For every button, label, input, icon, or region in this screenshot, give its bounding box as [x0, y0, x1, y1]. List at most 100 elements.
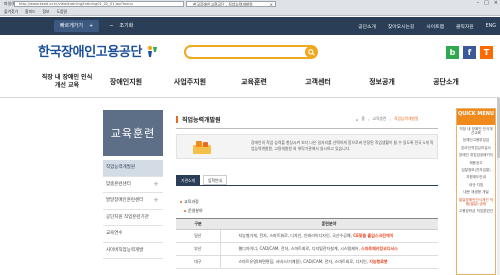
- sidebar-item-label: 교육연수: [106, 231, 123, 236]
- menu-item-support[interactable]: 장애인지원: [94, 77, 158, 87]
- sidebar-item-education[interactable]: 교육연수: [103, 226, 163, 243]
- menu-item-customer[interactable]: 고객센터: [286, 77, 350, 87]
- tab-admission[interactable]: 입학안내: [202, 175, 227, 185]
- sidebar-item-label: 발달장애인훈련센터: [106, 198, 144, 203]
- reset-label[interactable]: 조기화: [119, 20, 133, 32]
- font-size-controls: 빠르게가기 + − 조기화: [54, 20, 139, 32]
- section-heading: 교육과정: [180, 199, 199, 205]
- util-link-resources[interactable]: 클릭자원: [456, 23, 474, 30]
- courses-cell: 웹디자이너, CAD/CAM, 전자, 스마트회로, 디지털전자설계, 시스템제…: [220, 242, 438, 256]
- quick-item[interactable]: 내문 재생형 개설: [457, 189, 495, 196]
- page-title-text: 직업능력개발원: [182, 117, 221, 124]
- util-link-directions[interactable]: 찾아오시는길: [388, 23, 414, 30]
- training-illustration-icon: [193, 141, 211, 154]
- sidebar-item-label: 맞춤훈련센터: [106, 181, 131, 187]
- sidebar-item-developmental[interactable]: 발달장애인훈련센터 +: [103, 193, 163, 210]
- courses-cell: 스마트유명(화면편집, 서비스/기계용), CAD/CAM, 전자, 스마트회로…: [220, 255, 438, 269]
- quick-menu-title: QUICK MENU: [457, 109, 495, 125]
- favorites-bar: 즐겨찾기 홈피드 정보 도움말: [0, 8, 500, 16]
- util-link-eng[interactable]: ENG: [486, 24, 496, 29]
- fav-item[interactable]: 도움말: [56, 9, 66, 15]
- logo-mark-icon: [147, 45, 158, 57]
- quick-go-box[interactable]: 빠르게가기 +: [54, 20, 100, 32]
- table-header: 구분: [176, 218, 220, 230]
- minus-icon[interactable]: −: [109, 20, 113, 32]
- quick-item[interactable]: 입찰정보(전자입찰): [457, 166, 495, 173]
- sidebar-title: 교육훈련: [103, 110, 163, 156]
- utility-links: 공단소개 찾아오시는길 사이트맵 클릭자원 ENG: [358, 17, 496, 35]
- fav-item[interactable]: 홈피드: [25, 9, 35, 15]
- zoom-box: − 조기화: [103, 20, 139, 32]
- search-icon[interactable]: [305, 46, 317, 58]
- add-icon[interactable]: +: [89, 20, 93, 32]
- browser-tab-title: 한국장애인고용공단 - 직업능력개발원: [193, 2, 253, 7]
- util-link-sitemap[interactable]: 사이트맵: [426, 23, 444, 30]
- quick-item[interactable]: 채용공고: [457, 159, 495, 166]
- region-cell: 일산: [176, 229, 221, 243]
- quick-item[interactable]: 고용장려금 직업훈련관: [457, 208, 495, 215]
- close-icon[interactable]: ×: [270, 2, 273, 6]
- sidebar-item-label: 직업능력개발원: [106, 165, 135, 170]
- sidebar-item-label: 사이버직업능력개발: [106, 247, 144, 253]
- menu-item-info[interactable]: 정보공개: [350, 77, 414, 87]
- menu-item-training[interactable]: 교육훈련: [222, 77, 286, 87]
- quick-menu: QUICK MENU 직장 내 장애인 인식개선교육 장애인고용부담금 온라인직…: [456, 108, 496, 275]
- breadcrumb-separator: ›: [367, 116, 370, 122]
- sidebar-item-vocational-center[interactable]: 직업능력개발원: [103, 160, 163, 177]
- subsection-heading: 운영분야: [184, 208, 203, 214]
- breadcrumb-separator: ›: [389, 116, 391, 122]
- page-title: 직업능력개발원: [176, 115, 221, 124]
- site-logo[interactable]: 한국장애인고용공단: [38, 41, 159, 60]
- title-divider: [176, 128, 438, 129]
- expand-icon[interactable]: +: [153, 177, 159, 193]
- address-bar[interactable]: http://www.kead.or.kr/view/training/trai…: [14, 1, 184, 7]
- sidebar-list: 직업능력개발원 맞춤훈련센터 + 발달장애인훈련센터 + 공단지원 직업훈련기관…: [103, 160, 163, 259]
- facebook-icon[interactable]: f: [463, 46, 476, 59]
- region-cell: 대구: [176, 255, 221, 269]
- fav-item[interactable]: 정보: [42, 9, 49, 15]
- social-links: b f T: [446, 46, 493, 59]
- breadcrumb-item[interactable]: 교육훈련: [372, 116, 386, 122]
- table-row: 부산 웹디자이너, CAD/CAM, 전자, 스마트회로, 디지털전자설계, 시…: [176, 242, 438, 256]
- table-header: 훈련분야: [220, 218, 438, 230]
- sidebar-item-cyber[interactable]: 사이버직업능력개발: [103, 243, 163, 259]
- expand-icon[interactable]: +: [153, 193, 159, 209]
- quick-item[interactable]: 내규·지침: [457, 181, 495, 188]
- browser-chrome: 파일(F) http://www.kead.or.kr/view/trainin…: [0, 0, 500, 16]
- quick-item[interactable]: 지원제도안내: [457, 174, 495, 181]
- quick-item[interactable]: 장애인고용부담금: [457, 137, 495, 144]
- courses-cell: 지능형가게, 전자, 스마트회로, 디자인, 인테리어디자인, 국산수공예, C…: [220, 229, 438, 243]
- breadcrumb-item[interactable]: 홈: [361, 116, 365, 122]
- sidebar-item-institutions[interactable]: 공단지원 직업훈련기관: [103, 210, 163, 226]
- close-window-icon[interactable]: ×: [494, 0, 498, 6]
- table-header-row: 구분 훈련분야: [176, 218, 438, 230]
- minimize-icon[interactable]: –: [477, 0, 480, 6]
- quick-go-label: 빠르게가기: [60, 23, 84, 29]
- quick-item[interactable]: 온라인직업심리검사: [457, 144, 495, 151]
- menu-divider: [0, 97, 500, 98]
- quick-item[interactable]: 발달장애인인식개선 직캠(발달)·공정: [457, 196, 495, 208]
- fav-item[interactable]: 즐겨찾기: [4, 9, 18, 15]
- breadcrumb: ⌂ 홈 › 교육훈련 › 직업능력개발원: [356, 116, 418, 122]
- title-accent: [176, 116, 178, 123]
- tab-institution[interactable]: 기관소개: [176, 175, 200, 185]
- util-link-about[interactable]: 공단소개: [358, 23, 376, 30]
- browser-tab[interactable]: 한국장애인고용공단 - 직업능력개발원 ×: [186, 1, 276, 7]
- home-icon[interactable]: ⌂: [356, 117, 358, 122]
- top-nav: 빠르게가기 + − 조기화 공단소개 찾아오시는길 사이트맵 클릭자원 ENG: [0, 17, 500, 35]
- quick-item[interactable]: 장애인 취업성공패키지: [457, 152, 495, 159]
- menu-item-about[interactable]: 공단소개: [414, 77, 478, 87]
- intro-text: 장애인의 직업 능력을 향상시켜 보다 나은 일자리를 선택하게 함으로써 안정…: [251, 140, 434, 151]
- sidebar-item-custom-training[interactable]: 맞춤훈련센터 +: [103, 177, 163, 193]
- menu-item-awareness[interactable]: 직장 내 장애인 인식개선 교육: [40, 74, 94, 90]
- tabs-divider: [176, 185, 438, 186]
- sidebar-item-label: 공단지원 직업훈련기관: [106, 214, 149, 220]
- region-cell: 부산: [176, 242, 221, 256]
- search-input[interactable]: [184, 45, 318, 59]
- maximize-icon[interactable]: □: [484, 0, 489, 6]
- menu-item-employer[interactable]: 사업주지원: [158, 77, 222, 87]
- blog-icon[interactable]: b: [446, 46, 459, 59]
- quick-item[interactable]: 직장 내 장애인 인식개선교육: [457, 125, 495, 137]
- breadcrumb-current: 직업능력개발원: [393, 116, 419, 121]
- twitter-icon[interactable]: T: [480, 46, 493, 59]
